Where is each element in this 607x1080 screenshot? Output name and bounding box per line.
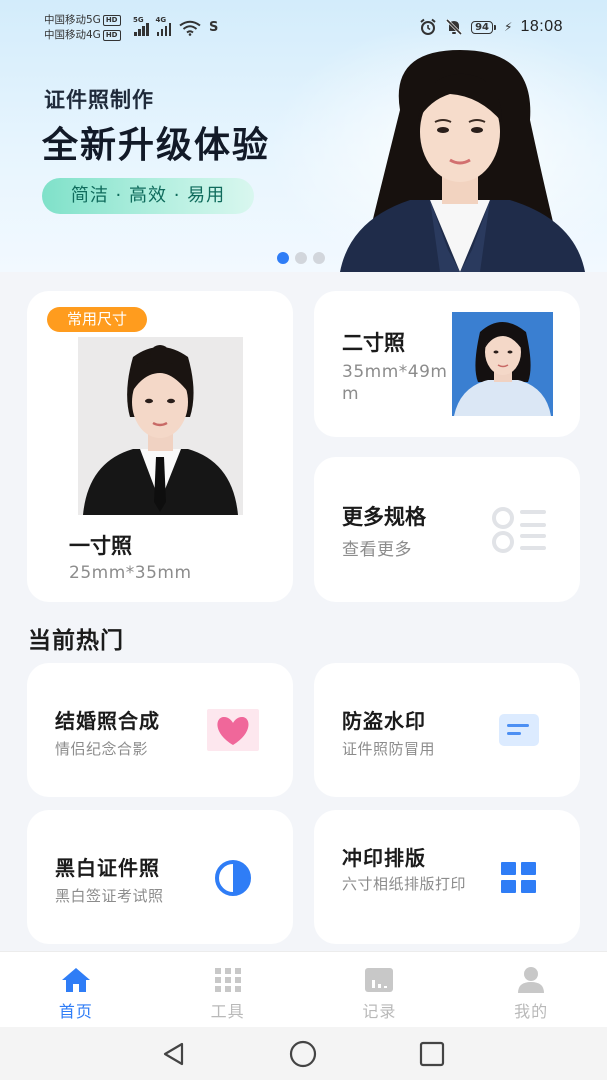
home-icon [61,968,90,992]
tool-title: 结婚照合成 [55,709,160,733]
status-bar: 中国移动5G HD 中国移动4G HD 5G 4G S 94 ⚡ 18:08 [0,0,607,46]
charging-icon: ⚡ [504,20,513,34]
tab-profile-label: 我的 [514,1002,549,1021]
tool-title: 冲印排版 [342,846,426,870]
document-lines-icon [499,714,539,746]
tool-subtitle: 证件照防冒用 [342,740,436,758]
black-white-photo-tool-card[interactable]: 黑白证件照 黑白签证考试照 [27,810,293,944]
net-type-4g: 4G [155,16,167,24]
carrier-info: 中国移动5G HD 中国移动4G HD [44,13,121,43]
one-inch-photo-card[interactable]: 常用尺寸 一寸照 25mm*35mm [27,291,293,602]
user-icon [518,967,545,993]
grid-icon [501,862,536,893]
carrier-1: 中国移动5G [44,14,101,26]
apps-grid-icon [214,968,241,992]
hero-title: 全新升级体验 [42,125,271,166]
tab-tools[interactable]: 工具 [152,952,304,1027]
two-inch-photo-card[interactable]: 二寸照 35mm*49mm [314,291,580,437]
one-inch-dims: 25mm*35mm [69,563,192,583]
home-circle-icon[interactable] [289,1040,317,1068]
battery-icon: 94 [471,20,497,34]
hot-section-title: 当前热门 [28,628,124,654]
more-sizes-card[interactable]: 更多规格 查看更多 [314,457,580,602]
hero-subtitle: 证件照制作 [44,88,154,112]
one-inch-sample-image [78,337,243,515]
tool-subtitle: 六寸相纸排版打印 [342,875,467,893]
more-sizes-sub: 查看更多 [342,540,412,560]
tab-records[interactable]: 记录 [304,952,456,1027]
half-circle-icon [215,860,251,896]
chart-record-icon [365,968,394,992]
wedding-photo-tool-card[interactable]: 结婚照合成 情侣纪念合影 [27,663,293,797]
net-type-5g: 5G [133,16,144,24]
carrier-2: 中国移动4G [44,29,101,41]
signal-5g-icon: 5G [133,16,149,36]
list-icon [492,507,546,553]
battery-level: 94 [471,20,494,34]
status-right: 94 ⚡ 18:08 [419,18,563,36]
hd-badge: HD [102,15,121,26]
system-navigation-bar [0,1027,607,1080]
tool-subtitle: 黑白签证考试照 [55,887,164,905]
carousel-dot[interactable] [295,252,307,264]
recents-square-icon[interactable] [418,1040,446,1068]
mute-bell-icon [446,18,463,36]
clock: 18:08 [520,18,563,35]
common-size-badge: 常用尺寸 [47,307,148,332]
carousel-dot[interactable] [277,252,289,264]
tab-home-label: 首页 [58,1002,93,1021]
two-inch-dims: 35mm*49mm [342,362,448,404]
hero-tagline: 简洁 · 高效 · 易用 [42,178,254,214]
heart-icon [207,709,259,751]
tab-home[interactable]: 首页 [0,952,152,1027]
print-layout-tool-card[interactable]: 冲印排版 六寸相纸排版打印 [314,810,580,944]
two-inch-title: 二寸照 [342,331,405,355]
app-notify-icon: S [209,20,219,35]
two-inch-sample-image [452,312,553,416]
signal-4g-icon: 4G [156,16,171,36]
tab-tools-label: 工具 [210,1002,245,1021]
signal-group: 5G 4G S [133,16,219,36]
wifi-icon [179,20,201,36]
hero-banner[interactable]: 中国移动5G HD 中国移动4G HD 5G 4G S 94 ⚡ 18:08 证… [0,0,607,272]
tool-title: 黑白证件照 [55,856,160,880]
tab-profile[interactable]: 我的 [455,952,607,1027]
carousel-dot[interactable] [313,252,325,264]
carousel-indicator[interactable] [277,252,325,264]
hero-portrait-image [340,50,585,272]
back-triangle-icon[interactable] [160,1040,188,1068]
bottom-tab-bar: 首页 工具 记录 我的 [0,951,607,1027]
tab-records-label: 记录 [362,1002,397,1021]
more-sizes-title: 更多规格 [342,505,426,529]
tool-subtitle: 情侣纪念合影 [55,740,149,758]
watermark-tool-card[interactable]: 防盗水印 证件照防冒用 [314,663,580,797]
tool-title: 防盗水印 [342,709,426,733]
hd-badge: HD [102,30,121,41]
one-inch-title: 一寸照 [69,534,132,558]
alarm-icon [420,18,436,35]
